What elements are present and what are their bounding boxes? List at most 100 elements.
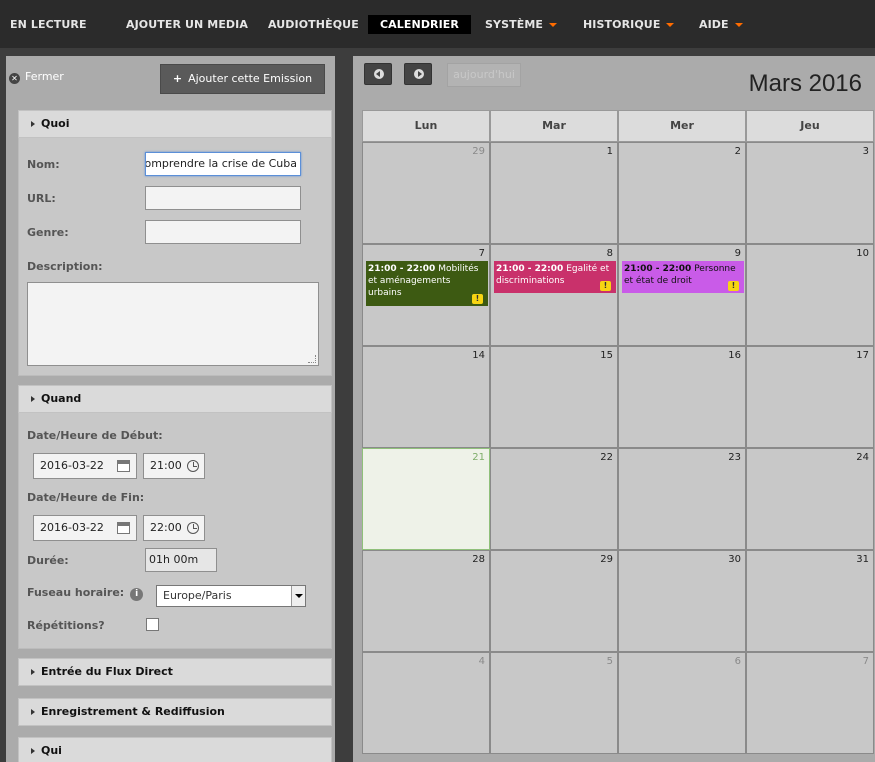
day-cell[interactable]: 7 21:00 - 22:00 Mobilités et aménagement… [362, 244, 490, 346]
day-cell[interactable]: 3 [746, 142, 874, 244]
genre-input[interactable] [145, 220, 301, 244]
section-quand-title: Quand [41, 392, 82, 405]
day-number: 8 [606, 248, 613, 259]
weekday-header-jeu: Jeu [746, 110, 874, 142]
day-cell[interactable]: 14 [362, 346, 490, 448]
nom-input[interactable]: Comprendre la crise de Cuba [145, 152, 301, 176]
start-date-input[interactable]: 2016-03-22 [33, 453, 137, 479]
weekday-header-mar: Mar [490, 110, 618, 142]
close-label: Fermer [25, 70, 64, 83]
section-recording-header[interactable]: Enregistrement & Rediffusion [18, 698, 332, 726]
nav-historique[interactable]: HISTORIQUE [583, 15, 675, 34]
next-month-button[interactable] [404, 63, 432, 85]
day-number: 2 [734, 146, 741, 157]
calendar-panel: aujourd'hui Mars 2016 Lun Mar Mer Jeu 29… [353, 56, 875, 762]
url-input[interactable] [145, 186, 301, 210]
day-cell[interactable]: 28 [362, 550, 490, 652]
repeat-label: Répétitions? [27, 619, 105, 632]
day-number: 29 [472, 146, 485, 157]
close-button[interactable]: ✕ Fermer [9, 70, 64, 84]
warning-icon: ! [600, 281, 611, 291]
day-number: 22 [600, 452, 613, 463]
timezone-select[interactable]: Europe/Paris [156, 585, 306, 607]
nav-audiotheque[interactable]: AUDIOTHÈQUE [268, 15, 359, 34]
day-cell[interactable]: 31 [746, 550, 874, 652]
prev-month-button[interactable] [364, 63, 392, 85]
day-number: 31 [856, 554, 869, 565]
nav-ajouter-media[interactable]: AJOUTER UN MEDIA [126, 15, 248, 34]
triangle-right-icon [31, 709, 35, 715]
add-show-button[interactable]: + Ajouter cette Emission [160, 64, 325, 94]
day-cell[interactable]: 22 [490, 448, 618, 550]
section-live-stream-title: Entrée du Flux Direct [41, 665, 173, 678]
calendar-icon[interactable] [117, 460, 130, 472]
day-cell[interactable]: 16 [618, 346, 746, 448]
weekday-header-mer: Mer [618, 110, 746, 142]
show-form-panel: ✕ Fermer + Ajouter cette Emission Quoi Nom… [6, 56, 335, 762]
day-cell[interactable]: 6 [618, 652, 746, 754]
end-date-value: 2016-03-22 [40, 521, 104, 534]
day-cell[interactable]: 15 [490, 346, 618, 448]
end-time-input[interactable]: 22:00 [143, 515, 205, 541]
calendar-event[interactable]: 21:00 - 22:00 Mobilités et aménagements … [366, 261, 488, 306]
info-icon[interactable]: i [130, 588, 144, 601]
day-cell[interactable]: 24 [746, 448, 874, 550]
nav-aide-label: AIDE [699, 18, 729, 31]
section-quoi-header[interactable]: Quoi [18, 110, 332, 138]
nav-en-lecture[interactable]: EN LECTURE [10, 15, 87, 34]
start-time-input[interactable]: 21:00 [143, 453, 205, 479]
nav-historique-label: HISTORIQUE [583, 18, 661, 31]
section-quoi-body: Nom: Comprendre la crise de Cuba URL: Ge… [18, 138, 332, 376]
triangle-right-icon [31, 121, 35, 127]
top-navigation: EN LECTURE AJOUTER UN MEDIA AUDIOTHÈQUE … [0, 0, 875, 48]
add-show-label: Ajouter cette Emission [188, 72, 313, 85]
day-number: 17 [856, 350, 869, 361]
end-label: Date/Heure de Fin: [27, 491, 145, 504]
resize-grip-icon[interactable] [308, 355, 316, 363]
day-cell[interactable]: 29 [362, 142, 490, 244]
day-cell[interactable]: 30 [618, 550, 746, 652]
day-number: 15 [600, 350, 613, 361]
url-label: URL: [27, 192, 56, 205]
nav-calendrier[interactable]: CALENDRIER [368, 15, 471, 34]
day-number: 9 [734, 248, 741, 259]
day-cell[interactable]: 5 [490, 652, 618, 754]
day-cell[interactable]: 23 [618, 448, 746, 550]
caret-down-icon [666, 23, 675, 27]
section-qui-header[interactable]: Qui [18, 737, 332, 762]
day-number: 6 [734, 656, 741, 667]
description-label: Description: [27, 260, 103, 273]
day-cell[interactable]: 10 [746, 244, 874, 346]
plus-icon: + [172, 72, 183, 85]
day-number: 29 [600, 554, 613, 565]
day-cell[interactable]: 1 [490, 142, 618, 244]
clock-icon[interactable] [187, 460, 199, 472]
day-cell[interactable]: 4 [362, 652, 490, 754]
calendar-icon[interactable] [117, 522, 130, 534]
dropdown-arrow-icon [291, 586, 305, 606]
section-live-stream-header[interactable]: Entrée du Flux Direct [18, 658, 332, 686]
arrow-right-icon [414, 69, 424, 79]
day-cell-today[interactable]: 21 [362, 448, 490, 550]
calendar-event[interactable]: 21:00 - 22:00 Egalité et discriminations… [494, 261, 616, 293]
day-number: 28 [472, 554, 485, 565]
description-textarea[interactable] [27, 282, 319, 366]
day-number: 7 [478, 248, 485, 259]
end-date-input[interactable]: 2016-03-22 [33, 515, 137, 541]
day-cell[interactable]: 2 [618, 142, 746, 244]
day-cell[interactable]: 7 [746, 652, 874, 754]
day-number: 30 [728, 554, 741, 565]
repeat-checkbox[interactable] [146, 618, 159, 631]
day-cell[interactable]: 9 21:00 - 22:00 Personne et état de droi… [618, 244, 746, 346]
today-button[interactable]: aujourd'hui [447, 63, 521, 87]
nav-systeme[interactable]: SYSTÈME [485, 15, 557, 34]
calendar-event[interactable]: 21:00 - 22:00 Personne et état de droit … [622, 261, 744, 293]
day-cell[interactable]: 8 21:00 - 22:00 Egalité et discriminatio… [490, 244, 618, 346]
nav-aide[interactable]: AIDE [699, 15, 743, 34]
section-quand-header[interactable]: Quand [18, 385, 332, 413]
clock-icon[interactable] [187, 522, 199, 534]
caret-down-icon [734, 23, 743, 27]
day-cell[interactable]: 17 [746, 346, 874, 448]
day-cell[interactable]: 29 [490, 550, 618, 652]
weekday-header-lun: Lun [362, 110, 490, 142]
